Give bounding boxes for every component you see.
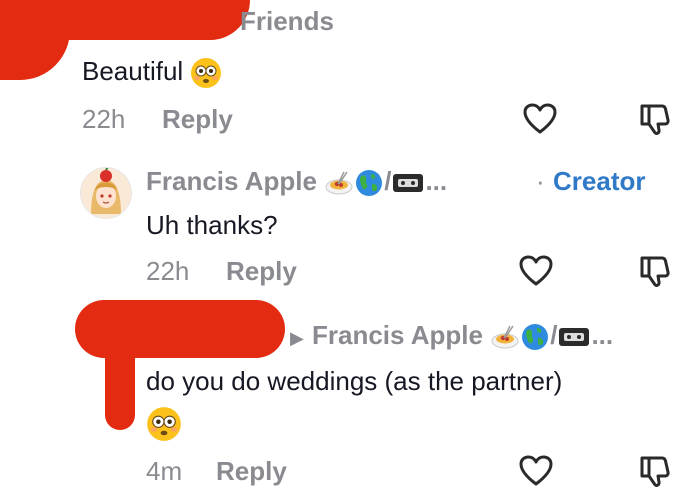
reply-text: Uh thanks? [146, 210, 278, 240]
reply-time: 4m [146, 456, 183, 486]
flushed-emoji-icon [191, 58, 222, 89]
heart-icon[interactable] [518, 454, 554, 488]
globe-emoji-icon [522, 324, 549, 351]
reply-author[interactable]: Francis Apple / ... [146, 166, 447, 198]
name-ellipsis: ... [425, 166, 448, 196]
reply-to-arrow-icon: ▶ [290, 328, 304, 348]
spaghetti-emoji-icon [325, 171, 353, 195]
creator-badge: Creator [553, 166, 646, 196]
heart-icon[interactable] [518, 254, 554, 288]
reply-to-name: Francis Apple [312, 320, 483, 350]
avatar-image [81, 168, 131, 218]
dislike-icon[interactable] [636, 254, 672, 288]
name-ellipsis: ... [591, 320, 614, 350]
redaction-mark-top-left [0, 25, 70, 80]
heart-icon[interactable] [522, 102, 558, 136]
dislike-icon[interactable] [636, 102, 672, 136]
comment-text-label: Beautiful [82, 56, 184, 86]
reply-text: do you do weddings (as the partner) [146, 366, 563, 396]
creator-separator: · [536, 166, 545, 196]
friends-label: Friends [240, 6, 334, 36]
spaghetti-emoji-icon [491, 325, 519, 349]
avatar[interactable] [80, 167, 132, 219]
comment-time: 22h [82, 104, 126, 134]
comment-text: Beautiful [82, 56, 222, 89]
reply-button[interactable]: Reply [216, 456, 287, 487]
reply-to-user[interactable]: Francis Apple / ... [312, 320, 613, 352]
author-suffix: / [550, 320, 558, 350]
redaction-mark-reply2-stroke [150, 330, 280, 350]
reply-time: 22h [146, 256, 190, 286]
dislike-icon[interactable] [636, 454, 672, 488]
vhs-tape-emoji-icon [393, 174, 424, 193]
vhs-tape-emoji-icon [559, 328, 590, 347]
reply-button[interactable]: Reply [162, 104, 233, 135]
redaction-mark-reply2-tail [105, 340, 135, 430]
author-suffix: / [384, 166, 392, 196]
reply-author-name: Francis Apple [146, 166, 317, 196]
flushed-emoji-icon [147, 407, 181, 441]
globe-emoji-icon [356, 170, 383, 197]
reply-button[interactable]: Reply [226, 256, 297, 287]
